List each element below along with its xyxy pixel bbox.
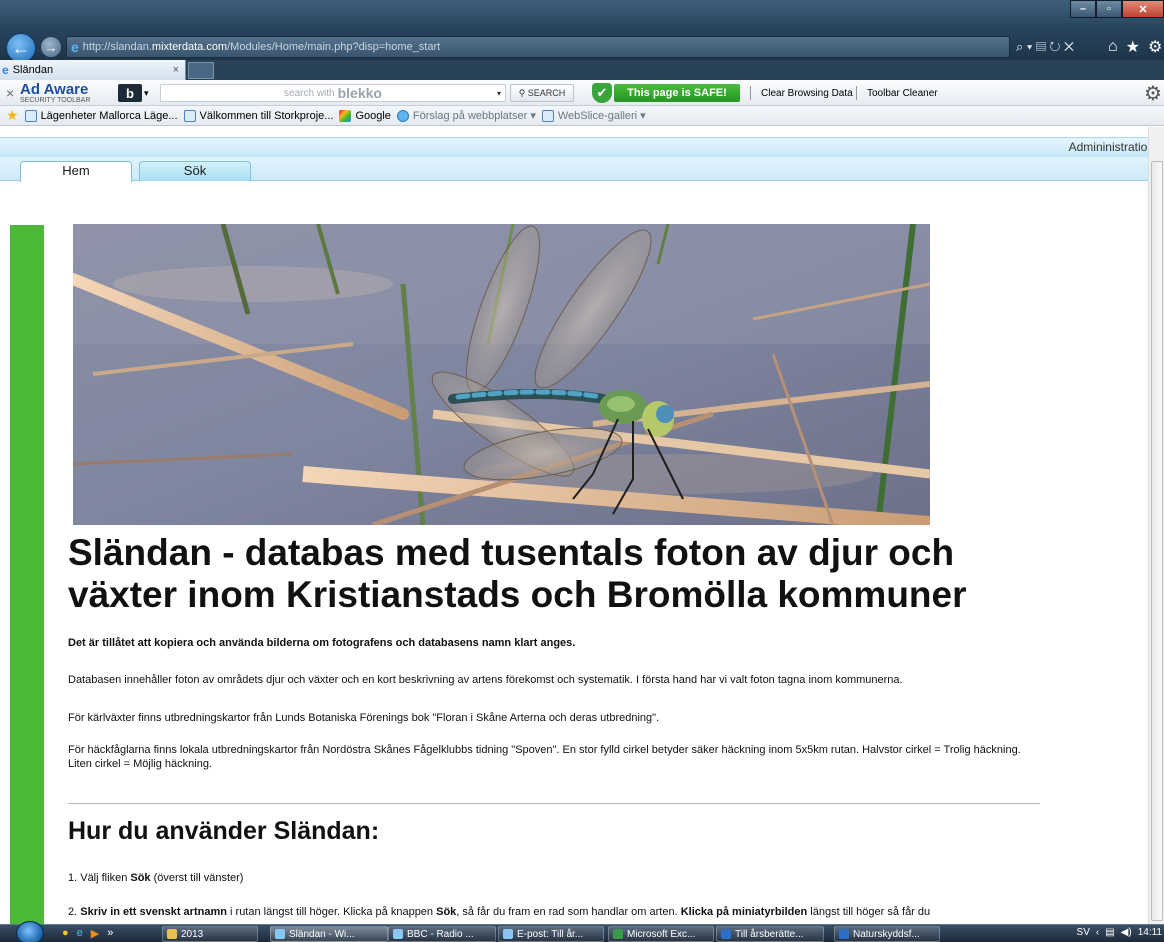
favorite-item[interactable]: WebSlice-galleri ▾: [541, 109, 646, 122]
section-divider: [68, 803, 1040, 804]
adaware-logo: Ad Aware SECURITY TOOLBAR: [20, 80, 90, 106]
page-icon: [183, 109, 196, 122]
tab-sok[interactable]: Sök: [139, 161, 251, 181]
favorite-item[interactable]: Lägenheter Mallorca Läge...: [24, 109, 178, 122]
browser-tab-title: Sländan: [12, 64, 54, 76]
system-tray: SV ‹ ▤ ◀) 14:11: [1077, 927, 1164, 938]
adaware-toolbar: × Ad Aware SECURITY TOOLBAR b ▾ search w…: [0, 80, 1164, 106]
clear-browsing-data-link[interactable]: Clear Browsing Data: [750, 86, 853, 100]
permission-notice: Det är tillåtet att kopiera och använda …: [68, 637, 576, 649]
howto-heading: Hur du använder Sländan:: [68, 817, 380, 845]
blekko-icon[interactable]: b: [118, 84, 142, 102]
adaware-logo-ad: Ad: [20, 81, 44, 98]
taskbar-button[interactable]: Microsoft Exc...: [608, 926, 714, 942]
toolbar-close-icon[interactable]: ×: [6, 80, 14, 106]
search-placeholder: search with: [284, 87, 335, 99]
minimize-button[interactable]: –: [1070, 0, 1096, 18]
taskbar-button[interactable]: Sländan - Wi...: [270, 926, 388, 942]
howto-step-2: 2. Skriv in ett svenskt artnamn i rutan …: [68, 906, 931, 918]
ie-icon[interactable]: e: [77, 927, 83, 940]
address-bar[interactable]: e http://slandan.mixterdata.com/Modules/…: [66, 36, 1010, 58]
favorite-item[interactable]: Google: [339, 109, 391, 122]
word-icon: [721, 929, 731, 939]
network-icon[interactable]: ▤: [1105, 927, 1114, 938]
page-scrollbar[interactable]: [1148, 127, 1164, 924]
google-icon: [339, 109, 352, 122]
tab-close-icon[interactable]: ×: [173, 64, 179, 76]
volume-icon[interactable]: ◀): [1121, 927, 1132, 938]
scrollbar-thumb[interactable]: [1151, 161, 1163, 921]
ie-tab-icon: e: [2, 63, 9, 77]
media-player-icon[interactable]: ▶: [91, 927, 99, 940]
page-headline: Sländan - databas med tusentals foton av…: [68, 532, 967, 615]
database-description: Databasen innehåller foton av områdets d…: [68, 674, 903, 686]
browser-tab[interactable]: e Sländan ×: [0, 60, 186, 80]
administration-link[interactable]: Admininistration: [1069, 140, 1148, 154]
favorites-bar: ★ Lägenheter Mallorca Läge... Välkommen …: [0, 106, 1164, 126]
taskbar-button[interactable]: 2013: [162, 926, 258, 942]
blekko-brand: blekko: [337, 85, 382, 101]
address-url[interactable]: http://slandan.mixterdata.com/Modules/Ho…: [83, 41, 440, 53]
safe-page-badge[interactable]: This page is SAFE!: [614, 84, 740, 102]
arrow-right-icon: →: [44, 39, 58, 55]
taskbar-button[interactable]: Till årsberätte...: [716, 926, 824, 942]
page-icon: [541, 109, 554, 122]
home-icon[interactable]: ⌂: [1108, 38, 1118, 56]
toolbar-search-button[interactable]: ⚲ SEARCH: [510, 84, 574, 102]
clock[interactable]: 14:11: [1138, 927, 1162, 938]
search-engine-dropdown-icon[interactable]: ▾: [497, 89, 501, 98]
admin-bar: Admininistration: [0, 137, 1148, 157]
language-indicator[interactable]: SV: [1077, 927, 1090, 938]
gear-icon[interactable]: ⚙: [1144, 80, 1162, 106]
breeding-birds-description: För häckfåglarna finns lokala utbredning…: [68, 744, 1021, 770]
favorite-item[interactable]: Förslag på webbplatser ▾: [396, 109, 536, 122]
favorite-item[interactable]: Välkommen till Storkproje...: [183, 109, 333, 122]
browser-right-icons: ⌂ ★ ⚙: [1108, 36, 1162, 58]
taskbar-button[interactable]: BBC - Radio ...: [388, 926, 496, 942]
adaware-logo-sub: SECURITY TOOLBAR: [20, 97, 91, 104]
favorites-star-icon[interactable]: ★: [1126, 37, 1140, 57]
chrome-icon[interactable]: ●: [62, 927, 69, 940]
ie-page-icon: e: [71, 39, 79, 55]
forward-button[interactable]: →: [40, 36, 62, 58]
favorites-star-icon[interactable]: ★: [6, 107, 19, 124]
adaware-logo-aware: Aware: [43, 81, 89, 98]
reed-reflection: [113, 266, 393, 302]
back-button[interactable]: ←: [6, 33, 36, 63]
start-button[interactable]: [16, 921, 44, 942]
new-tab-button[interactable]: [188, 62, 214, 79]
word-icon: [839, 929, 849, 939]
toolbar-cleaner-link[interactable]: Toolbar Cleaner: [856, 86, 938, 100]
tools-gear-icon[interactable]: ⚙: [1148, 37, 1162, 57]
windows-taskbar: ● e ▶ » 2013 Sländan - Wi... BBC - Radio…: [0, 921, 1164, 942]
quick-launch: ● e ▶ »: [62, 927, 113, 940]
blekko-dropdown-icon[interactable]: ▾: [144, 80, 149, 106]
ie-icon: [275, 929, 285, 939]
hero-dragonfly-photo: [73, 224, 930, 525]
maximize-button[interactable]: ▫: [1096, 0, 1122, 18]
address-tools[interactable]: ⌕ ▾ ▤ ↻ ✕: [1012, 36, 1102, 58]
taskbar-button[interactable]: E-post: Till år...: [498, 926, 604, 942]
window-controls: – ▫ ✕: [1070, 0, 1164, 18]
web-page: Admininistration Hem Sök Sländan - datab…: [0, 127, 1148, 924]
tab-hem[interactable]: Hem: [20, 161, 132, 182]
green-side-bar: [10, 225, 44, 924]
vascular-plants-description: För kärlväxter finns utbredningskartor f…: [68, 712, 660, 724]
close-button[interactable]: ✕: [1122, 0, 1164, 18]
tray-expand-icon[interactable]: ‹: [1096, 927, 1099, 938]
ie-icon: [393, 929, 403, 939]
taskbar-button[interactable]: Naturskyddsf...: [834, 926, 940, 942]
shield-check-icon: ✔: [592, 83, 612, 103]
quick-launch-more-icon[interactable]: »: [107, 927, 113, 940]
page-icon: [24, 109, 37, 122]
arrow-left-icon: ←: [12, 37, 30, 58]
folder-icon: [167, 929, 177, 939]
ie-icon: [396, 109, 409, 122]
howto-step-1: 1. Välj fliken Sök (överst till vänster): [68, 872, 244, 884]
blekko-search-input[interactable]: search with blekko ▾: [160, 84, 506, 102]
ie-icon: [503, 929, 513, 939]
excel-icon: [613, 929, 623, 939]
